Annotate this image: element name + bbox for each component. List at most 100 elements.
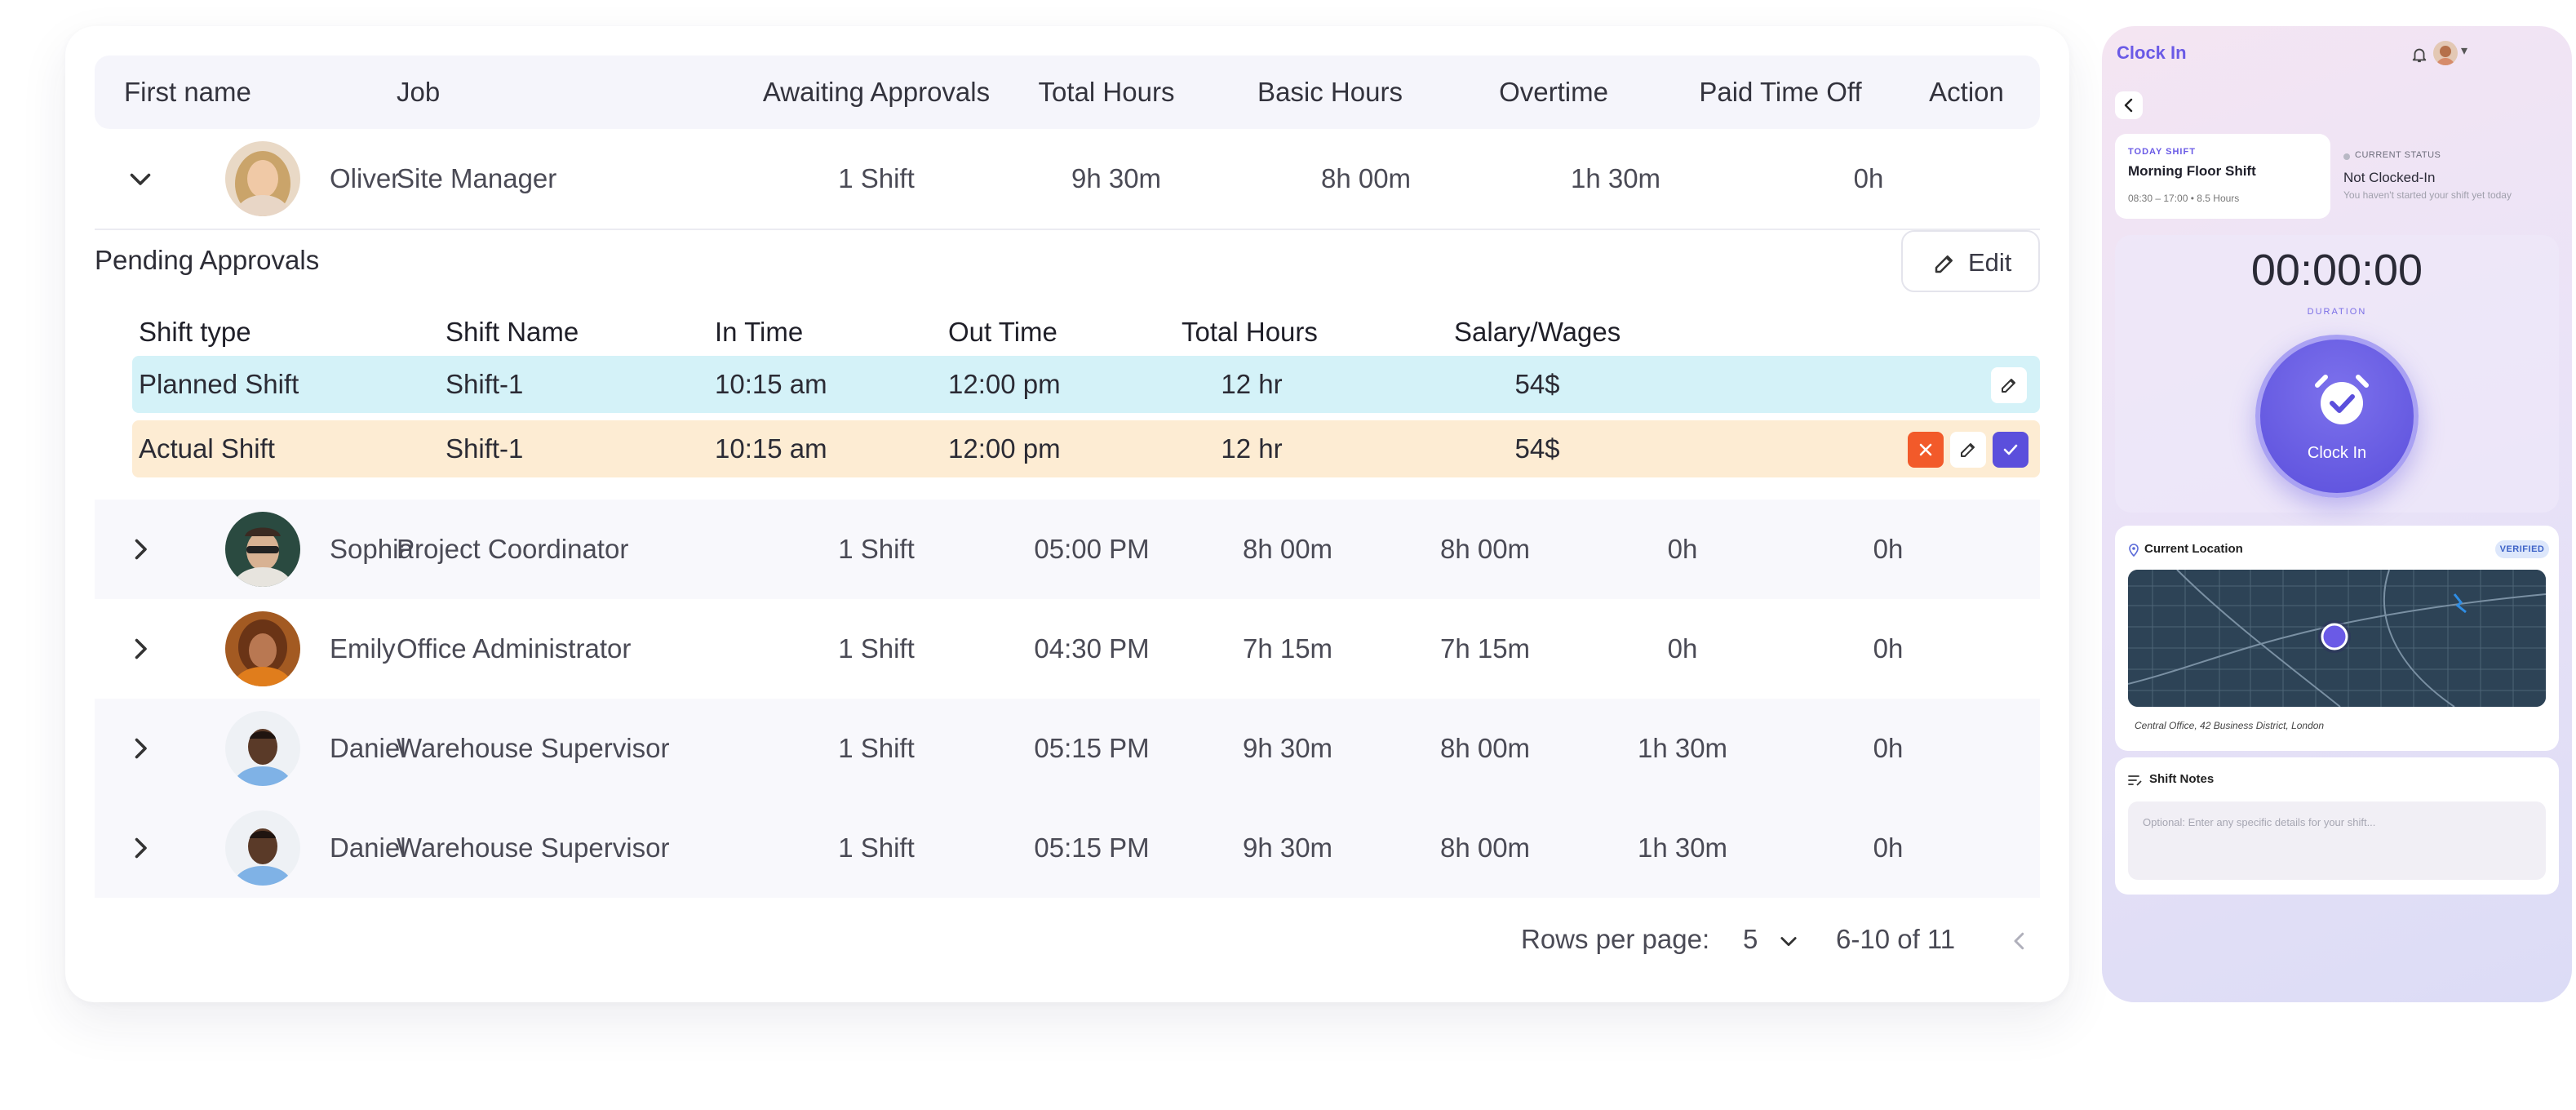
check-icon [2003,444,2018,455]
header-total-hours[interactable]: Total Hours [1039,56,1175,129]
header-action: Action [1929,77,2004,107]
edit-actual-button[interactable] [1950,432,1986,468]
back-button[interactable] [2115,91,2143,119]
chevron-right-icon[interactable] [126,634,155,664]
location-title: Current Location [2144,542,2243,556]
avatar[interactable] [2433,41,2458,65]
verified-badge: VERIFIED [2495,540,2549,558]
pagination-range: 6-10 of 11 [1836,924,1956,954]
cell-5: 7h 15m [1242,633,1333,664]
phone-title: Clock In [2117,42,2187,63]
current-status-label: CURRENT STATUS [2355,150,2441,160]
job: Warehouse Supervisor [397,832,670,863]
shift-time: 08:30 – 17:00 • 8.5 Hours [2128,193,2240,204]
divider [95,229,2040,230]
caret-down-icon[interactable]: ▾ [2461,42,2467,59]
edit-planned-button[interactable] [1991,367,2027,403]
shift-type: Planned Shift [139,369,299,399]
header-awaiting-approvals[interactable]: Awaiting Approvals [763,56,990,129]
table-row[interactable]: Daniel Warehouse Supervisor 1 Shift 05:1… [95,798,2040,898]
overtime: 1h 30m [1570,163,1661,193]
bell-icon[interactable] [2410,46,2428,64]
awaiting-approvals: 1 Shift [838,163,915,193]
duration-label: DURATION [2307,307,2367,317]
sub-header-out-time: Out Time [948,317,1057,347]
header-job[interactable]: Job [397,56,440,129]
cell-8: 0h [1873,832,1904,863]
rows-per-page-select[interactable]: 5 [1743,924,1800,955]
header-first-name[interactable]: First name [124,56,251,129]
pencil-icon [1935,255,1953,273]
location-address: Central Office, 42 Business District, Lo… [2135,720,2325,731]
pencil-icon [2002,379,2015,393]
table-row[interactable]: Daniel Warehouse Supervisor 1 Shift 05:1… [95,699,2040,798]
out-time: 12:00 pm [948,369,1061,399]
edit-label: Edit [1968,248,2012,277]
sub-header-shift-type: Shift type [139,317,251,347]
first-name: Oliver [330,163,401,193]
chevron-down-icon [1780,937,1797,947]
map-pin-icon [2129,544,2139,557]
edit-button[interactable]: Edit [1901,230,2040,292]
chevron-right-icon[interactable] [126,833,155,863]
cell-8: 0h [1873,534,1904,564]
table-row[interactable]: Sophia Project Coordinator 1 Shift 05:00… [95,500,2040,599]
awaiting-approvals: 1 Shift [838,633,915,664]
table-row-expanded[interactable]: Oliver Site Manager 1 Shift 9h 30m 8h 00… [95,129,2040,229]
location-card: Current Location VERIFIED Central Office… [2115,526,2559,751]
sub-header-shift-name: Shift Name [446,317,579,347]
pencil-icon [1961,443,1975,457]
reject-button[interactable] [1908,432,1944,468]
header-basic-hours[interactable]: Basic Hours [1257,56,1403,129]
shift-name: Shift-1 [446,433,524,464]
today-shift-label: TODAY SHIFT [2128,147,2196,157]
clock-in-button[interactable]: Clock In [2255,335,2419,498]
shift-notes-title: Shift Notes [2149,772,2215,786]
chevron-left-icon [2124,98,2133,113]
chevron-down-icon[interactable] [126,164,155,193]
prev-page-button[interactable] [2007,924,2032,955]
planned-shift-row: Planned Shift Shift-1 10:15 am 12:00 pm … [132,356,2040,413]
table-row[interactable]: Emily Office Administrator 1 Shift 04:30… [95,599,2040,699]
shift-notes-input[interactable]: Optional: Enter any specific details for… [2128,801,2546,880]
total-hours: 12 hr [1221,433,1283,464]
chevron-right-icon[interactable] [126,535,155,564]
first-name: Emily [330,633,396,664]
close-icon [1919,443,1932,456]
job: Project Coordinator [397,534,629,564]
sub-header-total-hours: Total Hours [1182,317,1318,347]
out-time: 12:00 pm [948,433,1061,464]
timer: 00:00:00 [2250,246,2423,295]
in-time: 10:15 am [715,433,827,464]
avatar [225,512,300,587]
awaiting-approvals: 1 Shift [838,534,915,564]
salary: 54$ [1514,433,1560,464]
avatar [225,141,300,216]
cell-7: 0h [1667,633,1698,664]
cell-4: 05:15 PM [1034,832,1150,863]
cell-6: 8h 00m [1439,534,1531,564]
chevron-right-icon[interactable] [126,734,155,763]
approve-button[interactable] [1993,432,2028,468]
cell-6: 8h 00m [1439,832,1531,863]
shift-notes-placeholder: Optional: Enter any specific details for… [2143,816,2376,828]
rows-per-page-label: Rows per page: [1521,924,1710,954]
cell-7: 0h [1667,534,1698,564]
chevron-left-icon [2014,933,2024,950]
first-name: Daniel [330,832,406,863]
in-time: 10:15 am [715,369,827,399]
pending-approvals-title: Pending Approvals [95,245,320,275]
cell-6: 7h 15m [1439,633,1531,664]
awaiting-approvals: 1 Shift [838,733,915,763]
cell-6: 8h 00m [1439,733,1531,763]
header-overtime[interactable]: Overtime [1499,56,1608,129]
cell-8: 0h [1873,633,1904,664]
map-image [2128,570,2546,707]
header-paid-time-off[interactable]: Paid Time Off [1699,56,1861,129]
location-map[interactable] [2128,570,2546,707]
current-status-value: Not Clocked-In [2343,170,2436,185]
status-dot [2343,153,2350,160]
total-hours: 9h 30m [1071,163,1162,193]
avatar [225,611,300,686]
job: Office Administrator [397,633,632,664]
